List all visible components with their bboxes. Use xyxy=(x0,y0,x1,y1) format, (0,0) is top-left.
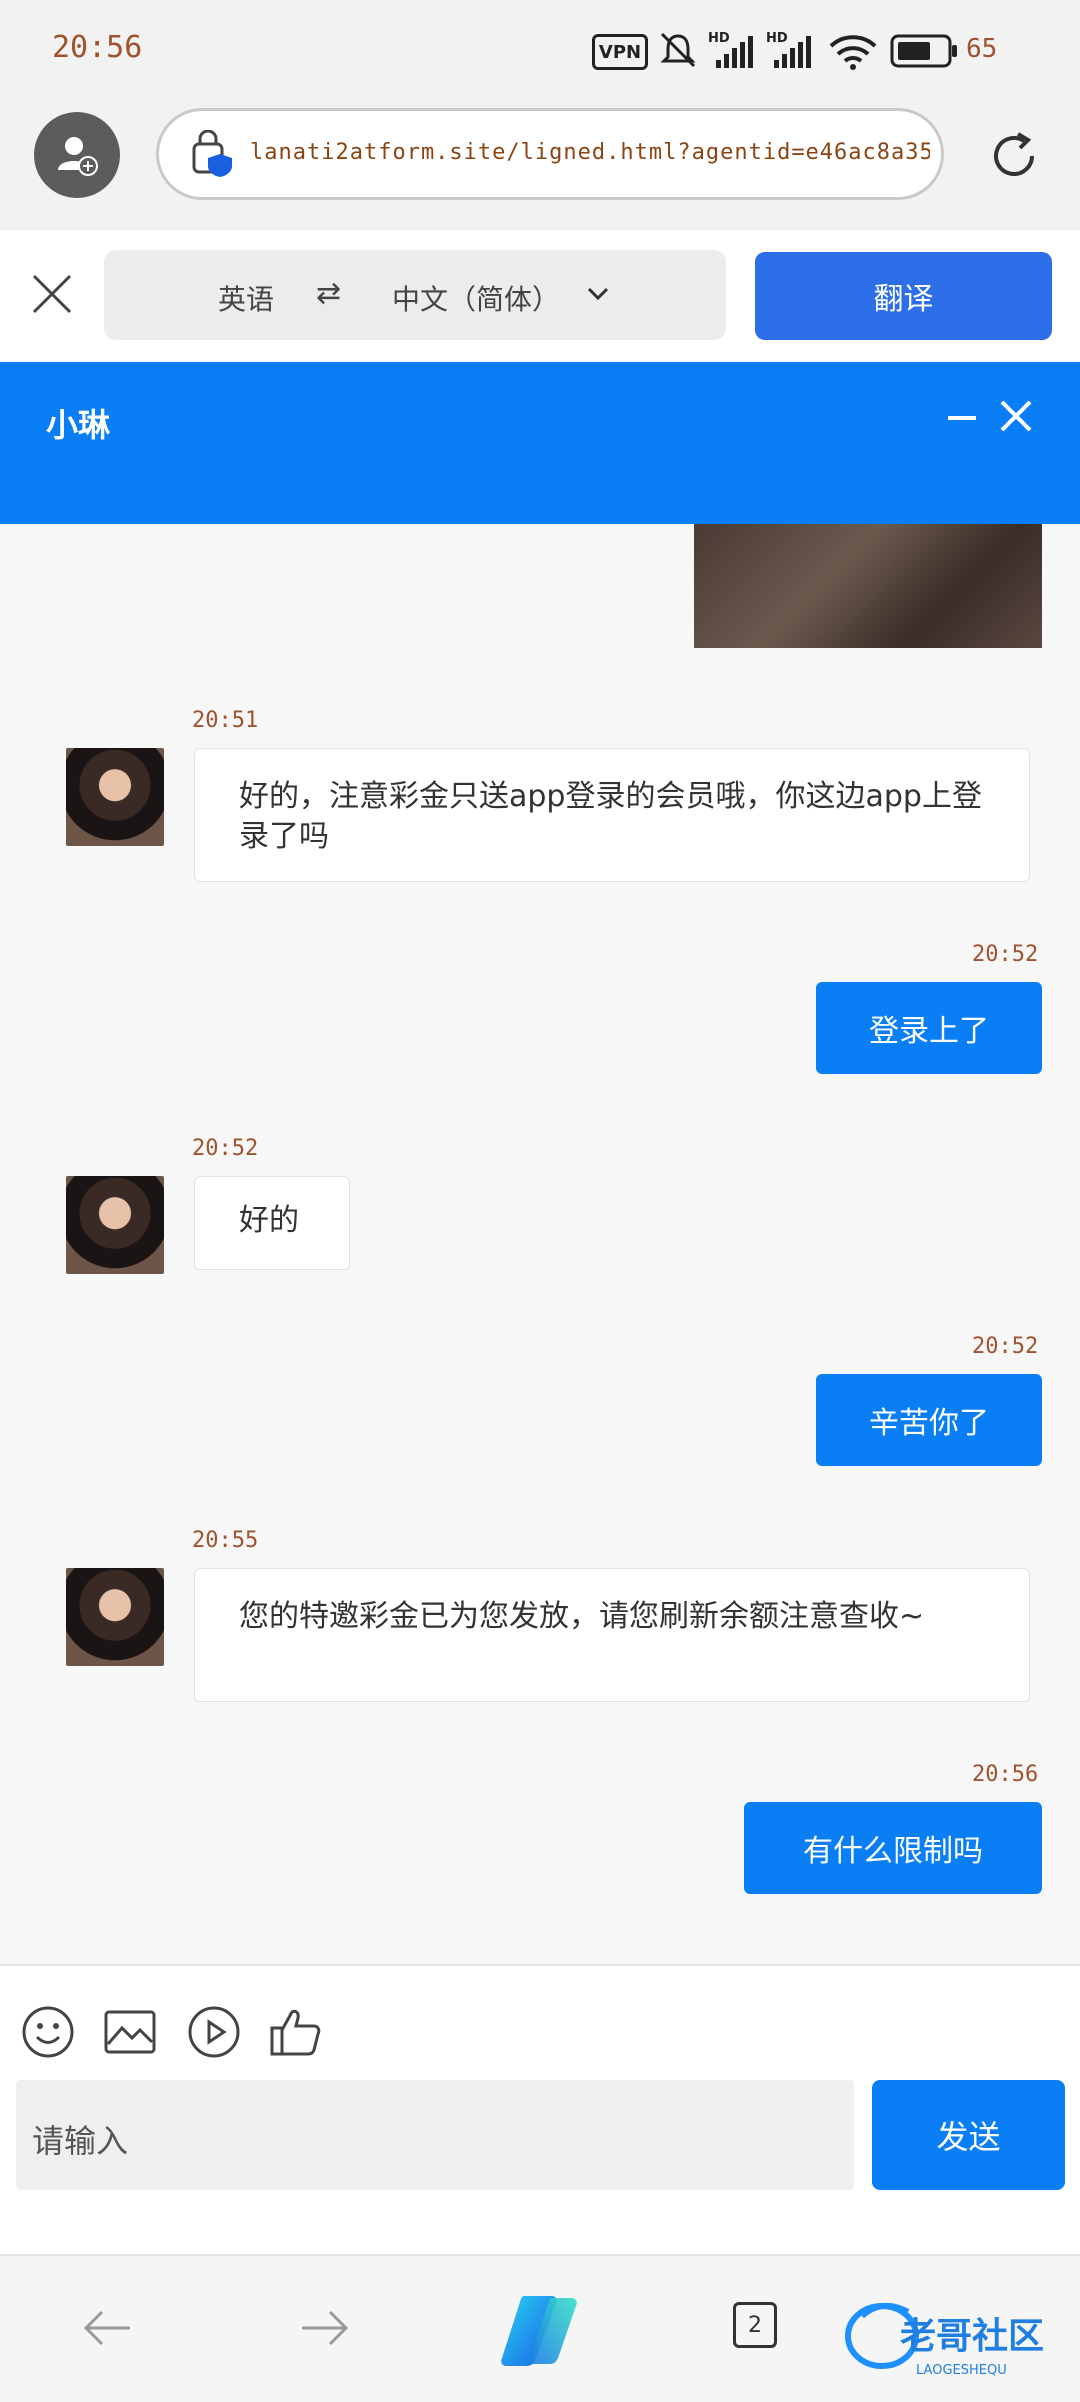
svg-text:HD: HD xyxy=(766,31,788,46)
svg-text:HD: HD xyxy=(708,31,730,46)
swap-languages-icon[interactable]: ⇄ xyxy=(316,276,341,311)
reload-icon[interactable] xyxy=(984,126,1044,186)
bell-muted-icon xyxy=(660,32,696,68)
forward-arrow-icon[interactable] xyxy=(294,2298,354,2358)
image-icon[interactable] xyxy=(102,2004,158,2060)
message-bubble: 您的特邀彩金已为您发放，请您刷新余额注意查收~ xyxy=(194,1568,1030,1702)
signal-hd-icon: HD xyxy=(708,31,753,68)
source-language[interactable]: 英语 xyxy=(218,278,274,318)
battery-percent: 65 xyxy=(966,34,998,64)
chat-header xyxy=(0,362,1080,524)
input-placeholder: 请输入 xyxy=(32,2122,129,2160)
agent-avatar[interactable] xyxy=(66,748,164,846)
image-message[interactable] xyxy=(694,524,1042,648)
agent-name: 小琳 xyxy=(46,406,111,444)
svg-text:LAOGESHEQU: LAOGESHEQU xyxy=(916,2363,1007,2378)
message-bubble: 好的 xyxy=(194,1176,350,1270)
back-arrow-icon[interactable] xyxy=(78,2298,138,2358)
message-time: 20:56 xyxy=(972,1762,1039,1787)
message-time: 20:55 xyxy=(192,1528,259,1553)
minimize-icon[interactable] xyxy=(944,400,980,436)
message-time: 20:52 xyxy=(972,1334,1039,1359)
video-icon[interactable] xyxy=(186,2004,242,2060)
message-time: 20:52 xyxy=(972,942,1039,967)
url-text[interactable]: lanati2atform.site/ligned.html?agentid=e… xyxy=(250,140,930,165)
wifi-icon xyxy=(829,35,877,70)
status-time: 20:56 xyxy=(52,30,143,65)
chevron-down-icon[interactable] xyxy=(586,282,610,306)
message-bubble: 好的，注意彩金只送app登录的会员哦，你这边app上登录了吗 xyxy=(194,748,1030,882)
tabs-button[interactable]: 2 xyxy=(733,2302,777,2348)
signal-hd-icon: HD xyxy=(766,31,811,68)
agent-avatar[interactable] xyxy=(66,1176,164,1274)
message-bubble: 有什么限制吗 xyxy=(744,1802,1042,1894)
add-profile-button[interactable] xyxy=(34,112,120,198)
svg-text:老哥社区: 老哥社区 xyxy=(900,2316,1044,2357)
send-button[interactable]: 发送 xyxy=(872,2080,1065,2190)
vpn-icon: VPN xyxy=(592,34,648,70)
security-shield-icon xyxy=(192,130,232,177)
close-icon[interactable] xyxy=(30,272,74,316)
message-time: 20:51 xyxy=(192,708,259,733)
emoji-icon[interactable] xyxy=(20,2004,76,2060)
message-bubble: 辛苦你了 xyxy=(816,1374,1042,1466)
add-user-icon xyxy=(58,137,98,176)
thumbs-up-icon[interactable] xyxy=(268,2004,324,2060)
watermark-logo: 老哥社区 LAOGESHEQU xyxy=(845,2303,1044,2378)
message-time: 20:52 xyxy=(192,1136,259,1161)
copilot-icon[interactable] xyxy=(494,2290,584,2370)
message-input[interactable] xyxy=(16,2080,854,2190)
agent-avatar[interactable] xyxy=(66,1568,164,1666)
message-bubble: 登录上了 xyxy=(816,982,1042,1074)
translate-button[interactable]: 翻译 xyxy=(755,252,1052,340)
battery-icon xyxy=(890,34,957,68)
close-chat-icon[interactable] xyxy=(996,396,1036,436)
target-language[interactable]: 中文（简体） xyxy=(392,278,560,318)
